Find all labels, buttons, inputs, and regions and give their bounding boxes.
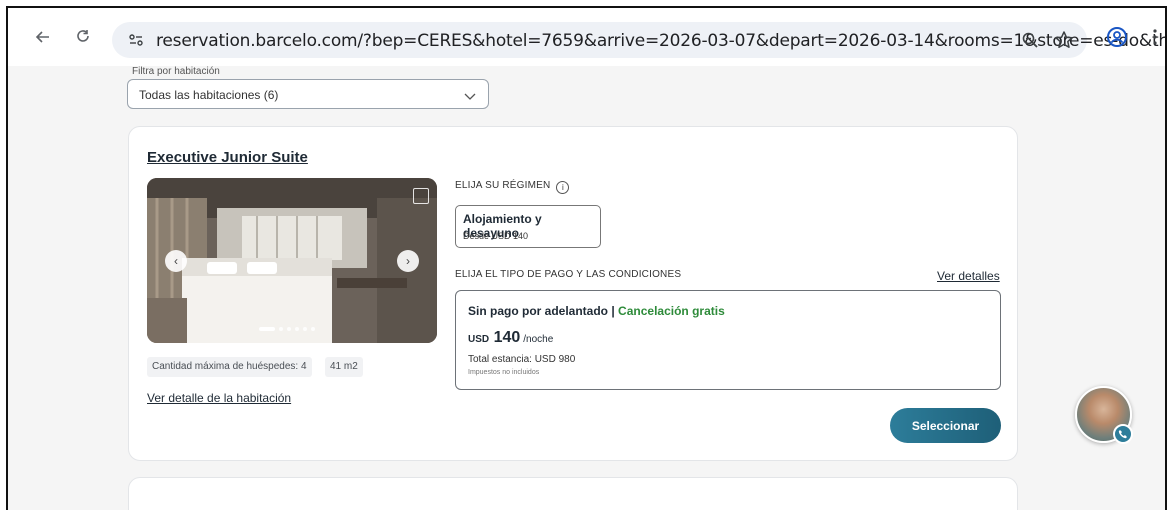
total-stay: Total estancia: USD 980 (468, 354, 576, 365)
carousel-dot[interactable] (279, 327, 283, 331)
filter-label: Filtra por habitación (132, 66, 220, 77)
phone-icon[interactable] (1113, 424, 1133, 444)
room-photo (147, 178, 437, 343)
regimen-section-label: ELIJA SU RÉGIMEN i (455, 180, 570, 194)
carousel-dot[interactable] (295, 327, 299, 331)
room-card: Executive Junior Suite ‹ › Cantidad máxi… (128, 126, 1018, 461)
payment-title-main: Sin pago por adelantado | (468, 304, 619, 318)
url-text[interactable]: reservation.barcelo.com/?bep=CERES&hotel… (156, 31, 1165, 51)
profile-icon[interactable] (1104, 24, 1130, 50)
expand-icon[interactable] (413, 188, 429, 204)
room-filter-select[interactable]: Todas las habitaciones (6) (127, 79, 489, 109)
payment-option[interactable]: Sin pago por adelantado | Cancelación gr… (455, 290, 1001, 390)
page-content: Filtra por habitación Todas las habitaci… (8, 66, 1165, 510)
regimen-label-text: ELIJA SU RÉGIMEN (455, 180, 551, 191)
carousel-dot[interactable] (311, 327, 315, 331)
room-title[interactable]: Executive Junior Suite (147, 149, 308, 166)
bookmark-star-icon[interactable] (1052, 28, 1076, 52)
price-amount: 140 (493, 329, 521, 346)
address-bar[interactable]: reservation.barcelo.com/?bep=CERES&hotel… (112, 22, 1165, 58)
carousel-prev-icon[interactable]: ‹ (165, 250, 187, 272)
room-detail-link[interactable]: Ver detalle de la habitación (147, 391, 291, 405)
max-guests-chip: Cantidad máxima de huéspedes: 4 (147, 357, 312, 377)
regimen-option-price: Desde USD 140 (463, 231, 529, 241)
zoom-icon[interactable] (1018, 28, 1042, 52)
room-photo-carousel[interactable]: ‹ › (147, 178, 437, 343)
chevron-down-icon (464, 88, 476, 106)
price-per-night: USD 140/noche (468, 329, 553, 347)
carousel-dots (259, 327, 315, 331)
payment-option-title: Sin pago por adelantado | Cancelación gr… (468, 304, 725, 318)
carousel-dot[interactable] (287, 327, 291, 331)
info-icon[interactable]: i (556, 181, 570, 194)
carousel-dot[interactable] (259, 327, 275, 331)
payment-section-label: ELIJA EL TIPO DE PAGO Y LAS CONDICIONES (455, 269, 682, 280)
room-filter-value: Todas las habitaciones (6) (139, 88, 279, 102)
carousel-next-icon[interactable]: › (397, 250, 419, 272)
back-arrow-icon[interactable] (30, 24, 56, 50)
payment-details-link[interactable]: Ver detalles (937, 269, 1000, 283)
price-per-label: /noche (523, 334, 554, 345)
regimen-option[interactable]: Alojamiento y desayuno Desde USD 140 (455, 205, 601, 248)
next-room-card (128, 477, 1018, 510)
room-size-chip: 41 m2 (325, 357, 363, 377)
select-button[interactable]: Seleccionar (890, 408, 1001, 443)
menu-dots-icon[interactable] (1142, 24, 1165, 50)
free-cancellation-text: Cancelación gratis (618, 304, 725, 318)
price-currency: USD (468, 334, 490, 345)
carousel-dot[interactable] (303, 327, 307, 331)
taxes-note: Impuestos no incluidos (468, 369, 540, 376)
browser-toolbar: reservation.barcelo.com/?bep=CERES&hotel… (8, 8, 1165, 66)
site-settings-icon[interactable] (124, 28, 148, 52)
reload-icon[interactable] (70, 24, 96, 50)
browser-window: reservation.barcelo.com/?bep=CERES&hotel… (6, 6, 1167, 510)
